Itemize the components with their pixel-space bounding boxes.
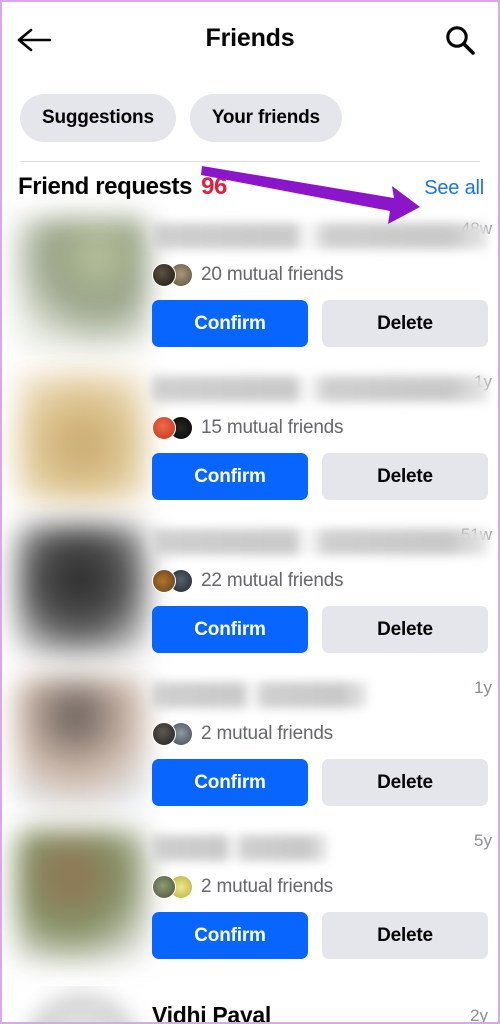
table-row[interactable]: 51w 22 mutual friends Confirm Delete	[2, 513, 498, 666]
profile-name: Vidhi Payal	[152, 1002, 271, 1022]
table-row[interactable]: 1y 2 mutual friends Confirm Delete	[2, 666, 498, 819]
section-title: Friend requests	[18, 173, 193, 200]
profile-avatar-wrap[interactable]	[12, 819, 152, 972]
mutual-avatar	[152, 416, 176, 440]
mutual-friend-avatars	[152, 569, 194, 593]
profile-name-blurred	[152, 682, 368, 708]
see-all-link[interactable]: See all	[424, 177, 484, 200]
app-header: Friends	[2, 2, 498, 78]
confirm-button[interactable]: Confirm	[152, 759, 308, 806]
mutual-friends-row[interactable]: 2 mutual friends	[152, 875, 488, 899]
profile-avatar-wrap[interactable]	[12, 360, 152, 513]
mutual-friends-label: 22 mutual friends	[201, 570, 344, 591]
request-actions: Confirm Delete	[152, 912, 488, 959]
profile-avatar-wrap[interactable]	[12, 986, 152, 1022]
friend-requests-header: Friend requests 96 See all	[2, 162, 498, 201]
mutual-friends-label: 2 mutual friends	[201, 723, 333, 744]
request-details: 1y 2 mutual friends Confirm Delete	[152, 666, 498, 819]
delete-button[interactable]: Delete	[322, 759, 488, 806]
mutual-friend-avatars	[152, 722, 194, 746]
profile-avatar-wrap[interactable]	[12, 666, 152, 819]
mutual-friend-avatars	[152, 263, 194, 287]
request-actions: Confirm Delete	[152, 300, 488, 347]
profile-name-blurred	[152, 835, 327, 861]
profile-name-blurred	[152, 529, 488, 555]
avatar	[16, 523, 148, 656]
confirm-button[interactable]: Confirm	[152, 300, 308, 347]
request-details: 48w 20 mutual friends Confirm Delete	[152, 207, 498, 360]
tab-suggestions-label: Suggestions	[42, 107, 154, 128]
profile-name-blurred	[152, 376, 488, 402]
delete-button[interactable]: Delete	[322, 912, 488, 959]
search-icon	[446, 26, 475, 55]
profile-avatar-wrap[interactable]	[12, 207, 152, 360]
avatar	[16, 829, 148, 962]
avatar	[16, 676, 148, 809]
delete-button[interactable]: Delete	[322, 606, 488, 653]
avatar	[16, 370, 148, 503]
mutual-avatar	[152, 569, 176, 593]
table-row[interactable]: 48w 20 mutual friends Confirm Delete	[2, 207, 498, 360]
avatar	[16, 217, 148, 350]
request-details: 1y 15 mutual friends Confirm Delete	[152, 360, 498, 513]
mutual-friends-row[interactable]: 15 mutual friends	[152, 416, 488, 440]
request-timestamp: 1y	[474, 678, 492, 697]
request-details: 51w 22 mutual friends Confirm Delete	[152, 513, 498, 666]
request-actions: Confirm Delete	[152, 453, 488, 500]
page-title: Friends	[205, 24, 295, 52]
request-details: 5y 2 mutual friends Confirm Delete	[152, 819, 498, 972]
tab-suggestions[interactable]: Suggestions	[20, 94, 176, 142]
request-actions: Confirm Delete	[152, 606, 488, 653]
request-timestamp: 5y	[474, 831, 492, 850]
confirm-button[interactable]: Confirm	[152, 606, 308, 653]
mutual-friend-avatars	[152, 875, 194, 899]
mutual-friends-row[interactable]: 20 mutual friends	[152, 263, 488, 287]
friend-request-list: 48w 20 mutual friends Confirm Delete	[2, 207, 498, 972]
request-actions: Confirm Delete	[152, 759, 488, 806]
table-row[interactable]: 5y 2 mutual friends Confirm Delete	[2, 819, 498, 972]
delete-button[interactable]: Delete	[322, 300, 488, 347]
tab-your-friends[interactable]: Your friends	[189, 94, 342, 142]
mutual-friends-label: 20 mutual friends	[201, 264, 344, 285]
phone-screenshot-frame: Friends Suggestions Your friends Friend …	[0, 0, 500, 1024]
mutual-friends-label: 15 mutual friends	[201, 417, 344, 438]
mutual-friends-row[interactable]: 2 mutual friends	[152, 722, 488, 746]
filter-tabs: Suggestions Your friends	[2, 94, 498, 142]
mutual-friends-row[interactable]: 22 mutual friends	[152, 569, 488, 593]
search-button[interactable]	[436, 16, 484, 64]
delete-button[interactable]: Delete	[322, 453, 488, 500]
mutual-avatar	[152, 875, 176, 899]
confirm-button[interactable]: Confirm	[152, 912, 308, 959]
avatar	[24, 992, 140, 1022]
mutual-friend-avatars	[152, 416, 194, 440]
mutual-avatar	[152, 722, 176, 746]
profile-name-blurred	[152, 223, 488, 249]
tab-your-friends-label: Your friends	[211, 107, 320, 128]
confirm-button[interactable]: Confirm	[152, 453, 308, 500]
mutual-avatar	[152, 263, 176, 287]
list-item[interactable]: Vidhi Payal 2y	[12, 986, 496, 1022]
mutual-friends-label: 2 mutual friends	[201, 876, 333, 897]
request-timestamp: 2y	[470, 1006, 488, 1022]
friend-request-count: 96	[201, 173, 227, 200]
table-row[interactable]: 1y 15 mutual friends Confirm Delete	[2, 360, 498, 513]
profile-avatar-wrap[interactable]	[12, 513, 152, 666]
